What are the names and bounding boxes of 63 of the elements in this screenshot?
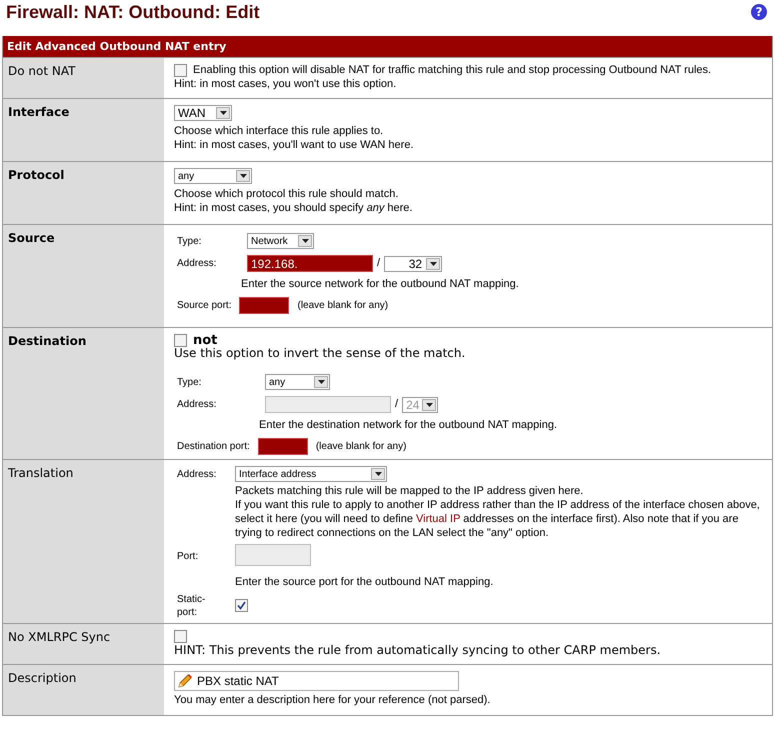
hint-text: Enter the source port for the outbound NAT mapping. xyxy=(235,575,494,589)
invert-hint: Use this option to invert the sense of the match. xyxy=(174,346,466,360)
hint-text: Choose which protocol this rule should match. xyxy=(174,188,400,201)
port-label: Port: xyxy=(177,550,200,563)
hint-text: HINT: This prevents the rule from automatically syncing to other CARP members. xyxy=(174,644,662,657)
hint-text: Hint: in most cases, you won't use this option. xyxy=(174,78,398,91)
row-label: Description xyxy=(8,671,76,685)
row-label: Do not NAT xyxy=(8,64,76,78)
row-label: No XMLRPC Sync xyxy=(8,630,110,644)
row-label: Translation xyxy=(8,466,74,480)
option-text: Enabling this option will disable NAT for traffic matching this rule and stop processing Outbound NAT rules. xyxy=(193,64,712,77)
dropdown[interactable]: any xyxy=(174,168,252,184)
checkbox[interactable] xyxy=(174,630,187,643)
hint-text: Hint: in most cases, you should specify any here. xyxy=(174,202,414,215)
address-label: Address: xyxy=(177,398,218,411)
caret-icon xyxy=(220,111,226,115)
caret-icon xyxy=(318,380,324,384)
address-label: Address: xyxy=(177,468,218,481)
hint-text: Enter the destination network for the outbound NAT mapping. xyxy=(258,419,558,432)
port-label: Destination port: xyxy=(177,440,250,453)
caret-icon xyxy=(426,402,433,406)
port-field[interactable] xyxy=(235,544,311,566)
address-field[interactable]: 192.168. xyxy=(247,255,373,272)
port-field[interactable] xyxy=(258,438,308,455)
checkbox[interactable] xyxy=(174,64,187,77)
page-title: Firewall: NAT: Outbound: Edit xyxy=(6,2,260,22)
hint-text: Choose which interface this rule applies to. xyxy=(174,125,384,138)
mask-select[interactable]: 32 xyxy=(384,256,442,272)
row-label: Interface xyxy=(8,105,70,119)
address-select[interactable]: Interface address xyxy=(235,466,387,482)
panel-header: Edit Advanced Outbound NAT entry xyxy=(3,36,772,57)
slash-text: / xyxy=(395,398,398,411)
caret-icon xyxy=(374,472,382,476)
type-select[interactable]: any xyxy=(265,374,330,390)
caret-icon xyxy=(240,174,246,178)
hint-paragraph: If you want this rule to apply to another IP address rather than the IP address of the interface chosen above, select it here (you will need to define Virtual IP addresses on the interface first). Also note that if you are trying to redirect connections on the LAN select the "any" option. xyxy=(235,498,761,540)
type-select[interactable]: Network xyxy=(247,233,314,249)
hint-text: Enter the source network for the outbound NAT mapping. xyxy=(240,278,520,291)
port-field[interactable] xyxy=(239,297,290,314)
hint-text: Packets matching this rule will be mapped to the IP address given here. xyxy=(235,484,584,498)
row-label: Source xyxy=(8,231,55,245)
caret-icon xyxy=(302,239,308,243)
virtual-ip-link[interactable]: Virtual IP xyxy=(416,513,460,525)
row-label: Protocol xyxy=(8,168,64,182)
hint-text: You may enter a description here for your reference (not parsed). xyxy=(174,694,492,707)
invert-label: not xyxy=(193,334,218,347)
type-label: Type: xyxy=(177,376,202,388)
hint-text: Hint: in most cases, you'll want to use WAN here. xyxy=(174,139,415,152)
port-note: (leave blank for any) xyxy=(297,299,388,312)
dropdown[interactable]: WAN xyxy=(174,105,232,121)
address-label: Address: xyxy=(177,257,218,270)
checkbox[interactable] xyxy=(235,599,248,612)
static-port-label: Static-port: xyxy=(177,593,206,619)
port-label: Source port: xyxy=(177,299,232,312)
port-note: (leave blank for any) xyxy=(316,440,406,453)
row-label: Destination xyxy=(8,334,86,348)
description-field[interactable]: PBX static NAT xyxy=(174,671,459,691)
help-icon[interactable]: ? xyxy=(751,4,767,20)
caret-icon xyxy=(430,262,437,266)
checkbox[interactable] xyxy=(174,334,187,347)
type-label: Type: xyxy=(177,234,202,248)
pencil-icon xyxy=(177,673,193,689)
slash-text: / xyxy=(377,257,380,270)
